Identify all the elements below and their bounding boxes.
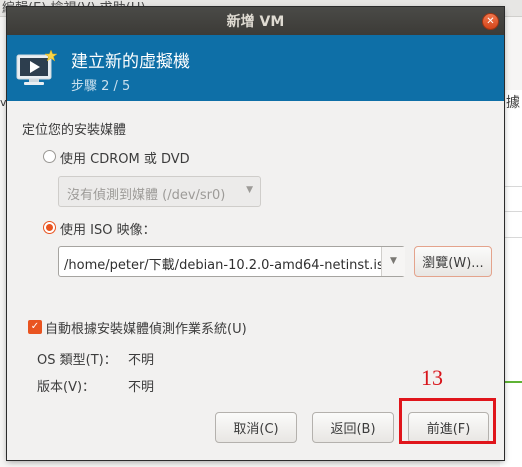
- new-vm-dialog: 新增 VM ✕ 建立新的虛擬機 步驟 2 / 5 定位您的安裝媒體 使用 CDR…: [7, 7, 504, 460]
- close-icon[interactable]: ✕: [482, 13, 499, 30]
- back-button[interactable]: 返回(B): [312, 412, 394, 443]
- iso-radio[interactable]: [43, 221, 56, 234]
- monitor-new-icon: [16, 49, 57, 85]
- wizard-header: 建立新的虛擬機 步驟 2 / 5: [7, 35, 504, 101]
- cdrom-device-combo: 沒有偵測到媒體 (/dev/sr0) ▼: [58, 176, 261, 207]
- cancel-button[interactable]: 取消(C): [215, 412, 297, 443]
- iso-history-dropdown[interactable]: ▼: [381, 247, 405, 276]
- iso-option-label[interactable]: 使用 ISO 映像：: [60, 219, 156, 238]
- chevron-down-icon: ▼: [246, 185, 253, 195]
- annotation-step-number: 13: [421, 365, 443, 390]
- chevron-down-icon: ▼: [390, 256, 397, 266]
- dialog-titlebar[interactable]: 新增 VM ✕: [7, 7, 504, 35]
- version-label: 版本(V)：: [37, 380, 96, 395]
- wizard-title: 建立新的虛擬機: [71, 52, 190, 72]
- cdrom-device-value: 沒有偵測到媒體 (/dev/sr0): [67, 188, 226, 203]
- browse-button[interactable]: 瀏覽(W)...: [414, 246, 492, 277]
- os-type-value: 不明: [128, 353, 155, 368]
- install-media-label: 定位您的安裝媒體: [22, 123, 127, 138]
- cdrom-radio[interactable]: [43, 150, 56, 163]
- iso-path-input[interactable]: /home/peter/下載/debian-10.2.0-amd64-netin…: [58, 246, 405, 277]
- iso-path-value: /home/peter/下載/debian-10.2.0-amd64-netin…: [64, 258, 392, 273]
- dialog-title: 新增 VM: [226, 14, 285, 30]
- version-value: 不明: [128, 380, 155, 395]
- os-type-label: OS 類型(T)：: [37, 353, 117, 368]
- background-right-text: 據: [506, 95, 520, 111]
- auto-detect-label[interactable]: 自動根據安裝媒體偵測作業系統(U): [45, 318, 247, 337]
- auto-detect-checkbox[interactable]: ✓: [28, 320, 42, 334]
- wizard-step: 步驟 2 / 5: [71, 79, 131, 94]
- cdrom-option-label[interactable]: 使用 CDROM 或 DVD: [60, 148, 190, 167]
- background-left-text: v: [0, 96, 7, 109]
- checkmark-icon: ✓: [30, 321, 40, 332]
- annotation-highlight-box: [399, 398, 496, 444]
